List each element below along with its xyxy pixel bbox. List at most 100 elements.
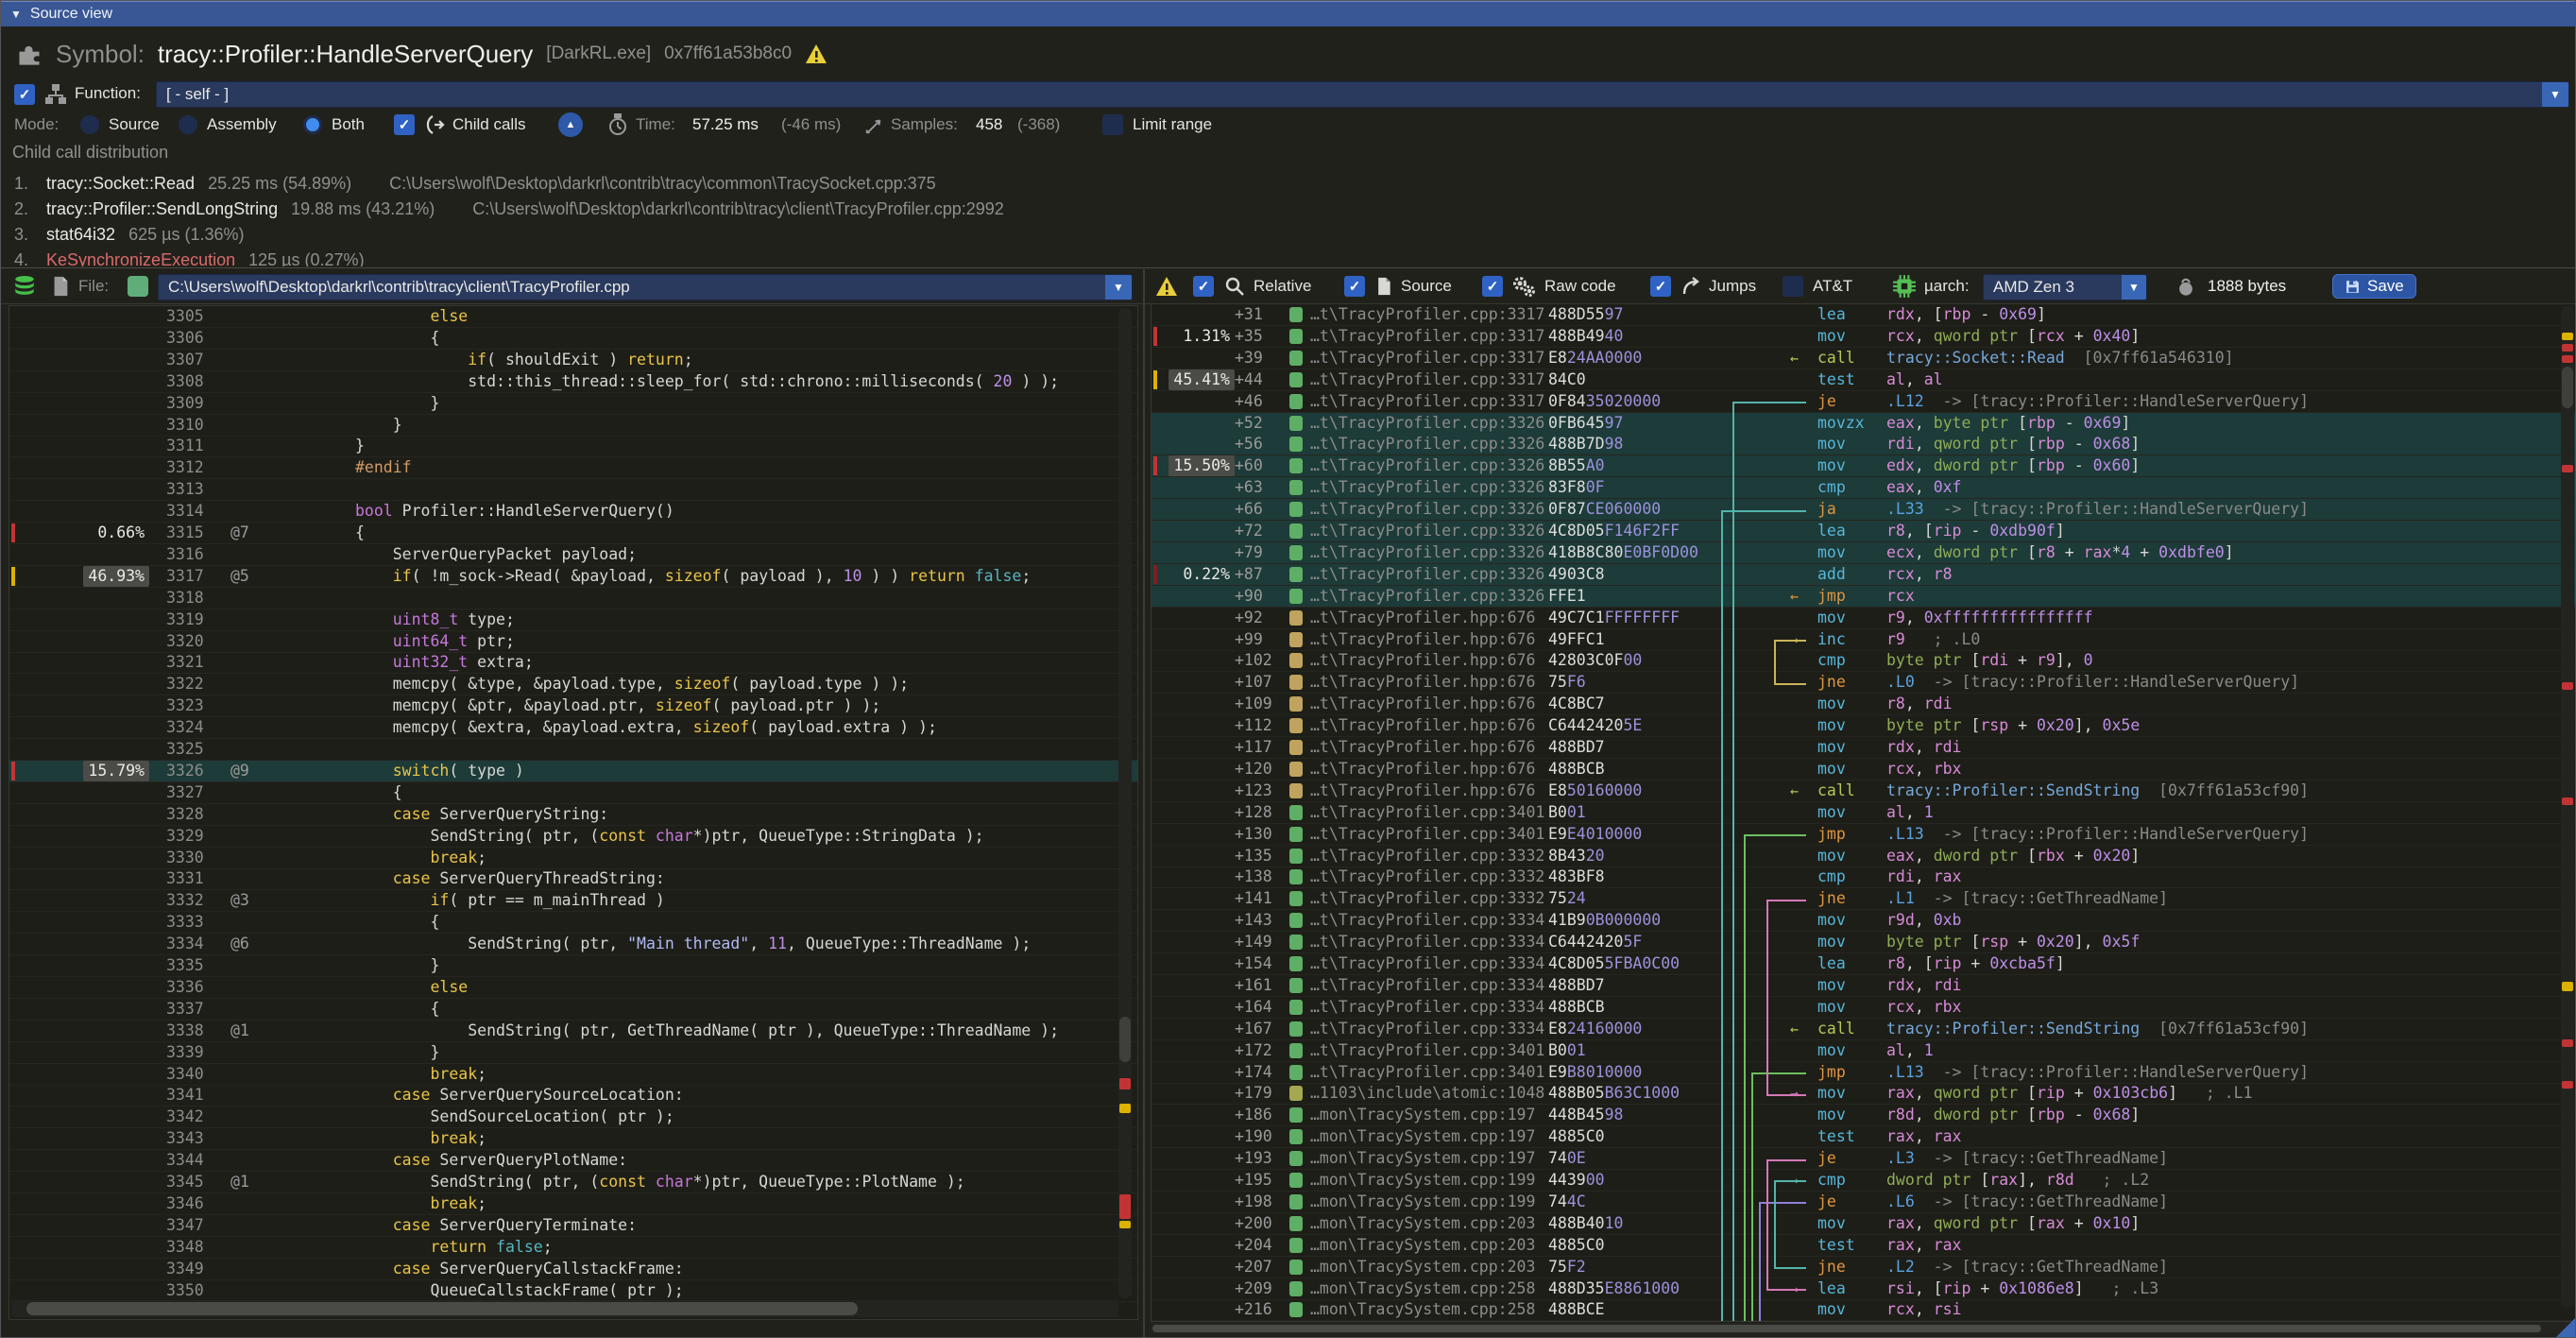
child-call-name[interactable]: stat64i32	[46, 225, 115, 245]
source-line[interactable]: 3333 {	[9, 912, 1137, 934]
file-combo[interactable]: C:\Users\wolf\Desktop\darkrl\contrib\tra…	[158, 274, 1133, 300]
limit-range-checkbox[interactable]	[1102, 114, 1123, 135]
resize-grip[interactable]	[2556, 1318, 2575, 1337]
asm-row[interactable]: +172…t\TracyProfiler.cpp:3401B001moval, …	[1152, 1040, 2576, 1062]
child-call-item[interactable]: 1.tracy::Socket::Read25.25 ms (54.89%)C:…	[1, 171, 936, 196]
asm-row[interactable]: +72…t\TracyProfiler.cpp:33264C8D05F146F2…	[1152, 521, 2576, 542]
source-line[interactable]: 3321 uint32_t extra;	[9, 652, 1137, 674]
source-line[interactable]: 3347 case ServerQueryTerminate:	[9, 1215, 1137, 1237]
asm-row[interactable]: +161…t\TracyProfiler.cpp:3334488BD7movrd…	[1152, 975, 2576, 997]
source-vertical-scrollbar[interactable]	[1118, 308, 1132, 1298]
source-line[interactable]: 3350 QueueCallstackFrame( ptr );	[9, 1280, 1137, 1302]
uarch-combo[interactable]: AMD Zen 3 ▼	[1983, 274, 2147, 300]
source-line[interactable]: 46.93%3317@5 if( !m_sock->Read( &payload…	[9, 566, 1137, 588]
asm-row[interactable]: +66…t\TracyProfiler.cpp:33260F87CE060000…	[1152, 499, 2576, 521]
source-line[interactable]: 3313	[9, 479, 1137, 501]
source-line[interactable]: 3325	[9, 739, 1137, 761]
raw-code-label[interactable]: Raw code	[1544, 274, 1616, 299]
asm-row[interactable]: +141…t\TracyProfiler.cpp:33327524jne.L1 …	[1152, 888, 2576, 910]
asm-location[interactable]: …t\TracyProfiler.cpp:3326	[1310, 542, 1546, 563]
source-line[interactable]: 3339 }	[9, 1042, 1137, 1064]
window-titlebar[interactable]: ▼ Source view	[1, 1, 2575, 26]
source-line[interactable]: 3346 break;	[9, 1193, 1137, 1215]
asm-location[interactable]: …t\TracyProfiler.hpp:676	[1310, 672, 1546, 693]
asm-location[interactable]: …t\TracyProfiler.hpp:676	[1310, 650, 1546, 671]
asm-location[interactable]: …t\TracyProfiler.cpp:3326	[1310, 564, 1546, 585]
asm-row[interactable]: +154…t\TracyProfiler.cpp:33344C8D055FBA0…	[1152, 953, 2576, 975]
asm-row[interactable]: +135…t\TracyProfiler.cpp:33328B4320movea…	[1152, 846, 2576, 867]
raw-code-checkbox[interactable]: ✓	[1482, 276, 1503, 297]
asm-row[interactable]: 1.31%+35…t\TracyProfiler.cpp:3317488B494…	[1152, 326, 2576, 348]
function-checkbox[interactable]: ✓	[14, 84, 35, 105]
source-line[interactable]: 3337 {	[9, 999, 1137, 1021]
source-line[interactable]: 3323 memcpy( &ptr, &payload.ptr, sizeof(…	[9, 695, 1137, 717]
asm-row[interactable]: +123…t\TracyProfiler.hpp:676E850160000←c…	[1152, 780, 2576, 802]
asm-row[interactable]: +99…t\TracyProfiler.hpp:67649FFC1→incr9 …	[1152, 629, 2576, 651]
child-call-name[interactable]: KeSynchronizeExecution	[46, 250, 235, 266]
asm-location[interactable]: …t\TracyProfiler.hpp:676	[1310, 759, 1546, 780]
source-line[interactable]: 0.66%3315@7{	[9, 523, 1137, 544]
asm-location[interactable]: …t\TracyProfiler.cpp:3332	[1310, 846, 1546, 866]
asm-location[interactable]: …mon\TracySystem.cpp:197	[1310, 1148, 1546, 1169]
scrollbar-thumb[interactable]	[1152, 1325, 2541, 1332]
asm-row[interactable]: +149…t\TracyProfiler.cpp:3334C64424205Fm…	[1152, 932, 2576, 953]
asm-location[interactable]: …t\TracyProfiler.cpp:3326	[1310, 499, 1546, 520]
asm-location[interactable]: …t\TracyProfiler.cpp:3401	[1310, 824, 1546, 845]
asm-row[interactable]: +179…1103\include\atomic:1048488B05B63C1…	[1152, 1083, 2576, 1105]
source-line[interactable]: 3309 }	[9, 393, 1137, 415]
assembly-horizontal-scrollbar[interactable]	[1151, 1323, 2569, 1334]
asm-location[interactable]: …t\TracyProfiler.cpp:3334	[1310, 1019, 1546, 1039]
scrollbar-thumb[interactable]	[26, 1302, 858, 1315]
asm-row[interactable]: +90…t\TracyProfiler.cpp:3326FFE1←jmprcx	[1152, 586, 2576, 608]
source-line[interactable]: 3305 else	[9, 306, 1137, 328]
source-line[interactable]: 3349 case ServerQueryCallstackFrame:	[9, 1259, 1137, 1280]
source-line[interactable]: 3311}	[9, 436, 1137, 457]
asm-location[interactable]: …t\TracyProfiler.cpp:3401	[1310, 1040, 1546, 1061]
asm-row[interactable]: +200…mon\TracySystem.cpp:203488B4010movr…	[1152, 1213, 2576, 1235]
asm-location[interactable]: …t\TracyProfiler.cpp:3326	[1310, 413, 1546, 434]
asm-location[interactable]: …t\TracyProfiler.cpp:3401	[1310, 802, 1546, 823]
source-line[interactable]: 3320 uint64_t ptr;	[9, 631, 1137, 653]
asm-location[interactable]: …mon\TracySystem.cpp:199	[1310, 1170, 1546, 1191]
asm-location[interactable]: …mon\TracySystem.cpp:203	[1310, 1213, 1546, 1234]
asm-location[interactable]: …t\TracyProfiler.cpp:3401	[1310, 1062, 1546, 1083]
att-checkbox[interactable]	[1783, 276, 1803, 297]
asm-location[interactable]: …t\TracyProfiler.cpp:3317	[1310, 326, 1546, 347]
source-line[interactable]: 3345@1 SendString( ptr, (const char*)ptr…	[9, 1172, 1137, 1193]
asm-location[interactable]: …mon\TracySystem.cpp:197	[1310, 1105, 1546, 1125]
asm-location[interactable]: …t\TracyProfiler.hpp:676	[1310, 629, 1546, 650]
asm-row[interactable]: +128…t\TracyProfiler.cpp:3401B001moval, …	[1152, 802, 2576, 824]
source-checkbox[interactable]: ✓	[1344, 276, 1365, 297]
source-line[interactable]: 3343 break;	[9, 1128, 1137, 1150]
source-line[interactable]: 3334@6 SendString( ptr, "Main thread", 1…	[9, 934, 1137, 955]
asm-row[interactable]: +204…mon\TracySystem.cpp:2034885C0testra…	[1152, 1235, 2576, 1257]
asm-row[interactable]: +92…t\TracyProfiler.hpp:67649C7C1FFFFFFF…	[1152, 608, 2576, 629]
asm-location[interactable]: …t\TracyProfiler.cpp:3326	[1310, 434, 1546, 455]
source-line[interactable]: 3332@3 if( ptr == m_mainThread )	[9, 890, 1137, 912]
asm-row[interactable]: 45.41%+44…t\TracyProfiler.cpp:331784C0te…	[1152, 369, 2576, 391]
asm-row[interactable]: +186…mon\TracySystem.cpp:197448B4598movr…	[1152, 1105, 2576, 1126]
radio-source-label[interactable]: Source	[109, 111, 160, 139]
source-line[interactable]: 3328 case ServerQueryString:	[9, 804, 1137, 826]
scrollbar-thumb[interactable]	[1119, 1017, 1131, 1062]
collapse-icon[interactable]: ▼	[10, 8, 22, 21]
source-line[interactable]: 3310 }	[9, 415, 1137, 437]
asm-row[interactable]: +167…t\TracyProfiler.cpp:3334E824160000←…	[1152, 1019, 2576, 1040]
child-calls-label[interactable]: Child calls	[452, 111, 525, 139]
asm-row[interactable]: +120…t\TracyProfiler.hpp:676488BCBmovrcx…	[1152, 759, 2576, 780]
asm-row[interactable]: +31…t\TracyProfiler.cpp:3317488D5597lear…	[1152, 304, 2576, 326]
asm-row[interactable]: +207…mon\TracySystem.cpp:20375F2jne.L2 -…	[1152, 1257, 2576, 1278]
asm-row[interactable]: +193…mon\TracySystem.cpp:197740Eje.L3 ->…	[1152, 1148, 2576, 1170]
asm-location[interactable]: …t\TracyProfiler.hpp:676	[1310, 737, 1546, 758]
source-line[interactable]: 3330 break;	[9, 848, 1137, 869]
source-line[interactable]: 3314bool Profiler::HandleServerQuery()	[9, 501, 1137, 523]
radio-assembly[interactable]	[179, 115, 197, 134]
asm-location[interactable]: …t\TracyProfiler.cpp:3326	[1310, 477, 1546, 498]
asm-location[interactable]: …t\TracyProfiler.cpp:3326	[1310, 455, 1546, 476]
asm-row[interactable]: +138…t\TracyProfiler.cpp:3332483BF8cmprd…	[1152, 866, 2576, 888]
asm-row[interactable]: +164…t\TracyProfiler.cpp:3334488BCBmovrc…	[1152, 997, 2576, 1019]
relative-label[interactable]: Relative	[1254, 274, 1311, 299]
chevron-down-icon[interactable]: ▼	[2122, 275, 2146, 300]
asm-location[interactable]: …mon\TracySystem.cpp:199	[1310, 1192, 1546, 1212]
chevron-down-icon[interactable]: ▼	[1105, 275, 1132, 300]
